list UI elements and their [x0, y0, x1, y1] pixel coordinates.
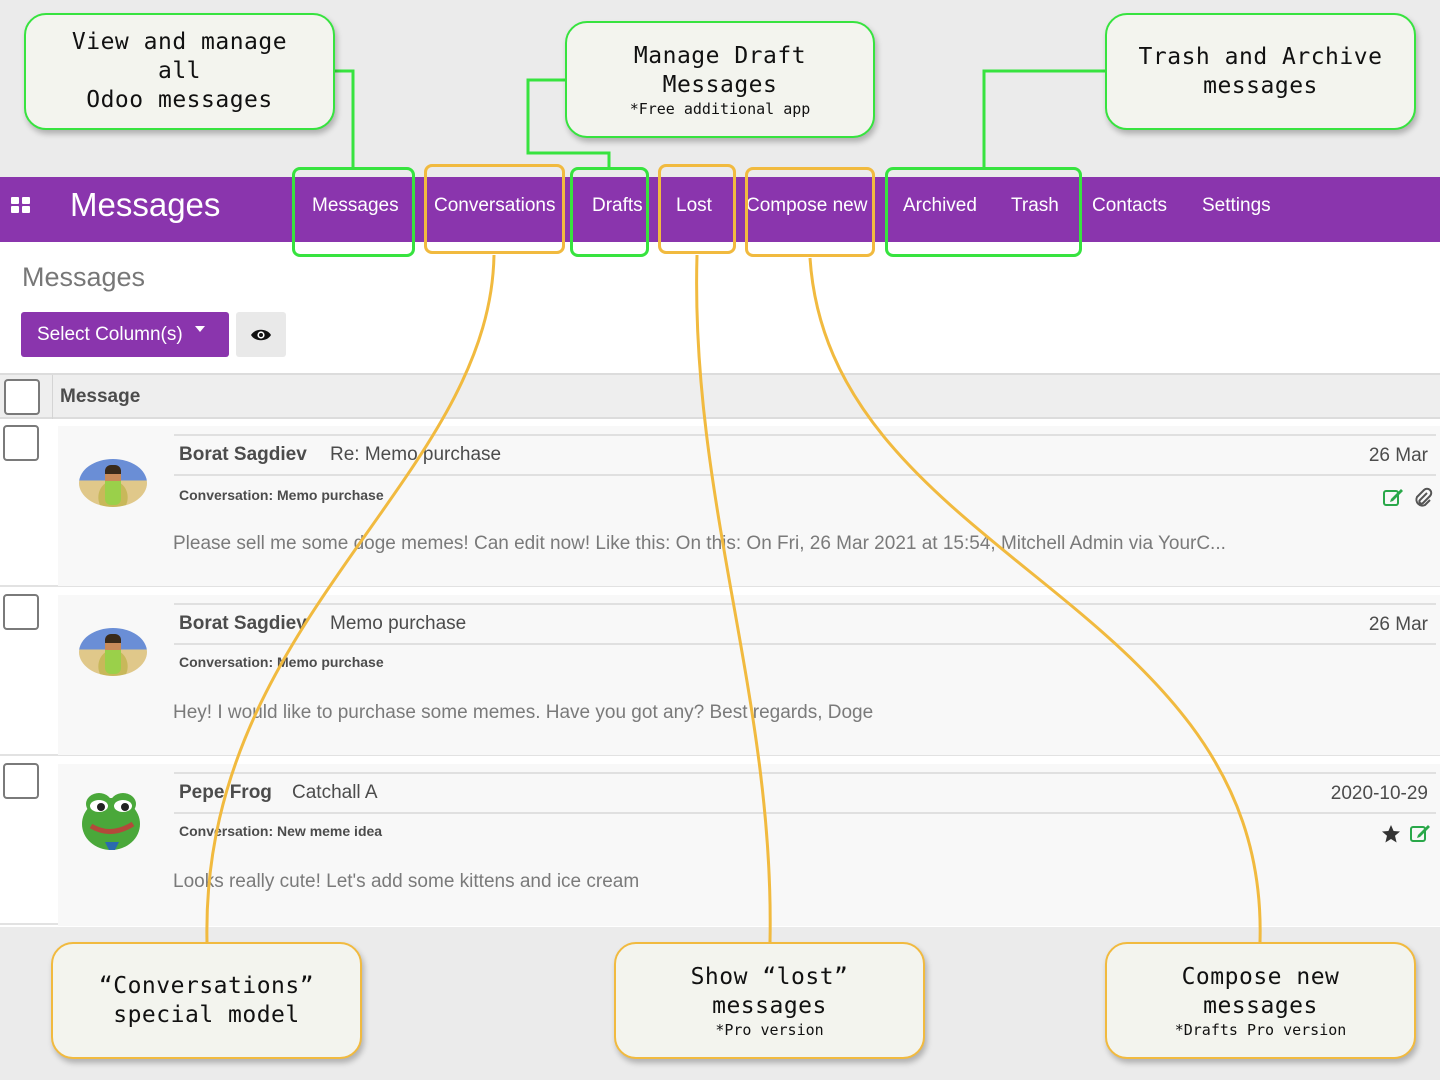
callout-compose-note: *Drafts Pro version: [1174, 1020, 1347, 1039]
callout-conversations: “Conversations” special model: [51, 942, 362, 1059]
highlight-drafts: [570, 167, 649, 257]
toggle-preview-button[interactable]: [236, 312, 286, 357]
avatar: [82, 793, 140, 850]
callout-lost-text: Show “lost” messages: [690, 963, 849, 1019]
highlight-conversations: [424, 164, 565, 254]
callout-trash-archive-text: Trash and Archive messages: [1138, 43, 1383, 99]
message-conversation[interactable]: Conversation: Memo purchase: [179, 487, 384, 503]
select-all-checkbox[interactable]: [4, 379, 40, 415]
message-date: 2020-10-29: [1330, 783, 1428, 804]
star-icon[interactable]: [1381, 824, 1401, 844]
column-header-message[interactable]: Message: [60, 386, 140, 408]
callout-drafts-note: *Free additional app: [629, 99, 811, 118]
callout-view-manage-text: View and manage all Odoo messages: [71, 29, 288, 113]
avatar: [79, 628, 147, 676]
message-author[interactable]: Pepe Frog: [179, 782, 272, 804]
message-author[interactable]: Borat Sagdiev: [179, 444, 307, 466]
message-conversation[interactable]: Conversation: Memo purchase: [179, 654, 384, 670]
message-subject[interactable]: Memo purchase: [330, 613, 466, 635]
select-columns-label: Select Column(s): [37, 323, 183, 345]
table-header: [0, 373, 1440, 419]
edit-icon[interactable]: [1383, 487, 1405, 507]
row-checkbox[interactable]: [3, 763, 39, 799]
message-preview[interactable]: Looks really cute! Let's add some kitten…: [173, 871, 639, 893]
highlight-archived-trash: [885, 167, 1082, 257]
page-title: Messages: [22, 262, 146, 292]
highlight-lost: [658, 164, 736, 254]
message-conversation[interactable]: Conversation: New meme idea: [179, 823, 382, 839]
highlight-compose-new: [745, 167, 875, 257]
eye-icon: [251, 329, 271, 340]
app-brand: Messages: [70, 186, 221, 223]
callout-conversations-text: “Conversations” special model: [98, 972, 315, 1028]
edit-icon[interactable]: [1410, 823, 1432, 843]
callout-trash-archive: Trash and Archive messages: [1105, 13, 1416, 130]
callout-lost-note: *Pro version: [715, 1020, 824, 1039]
callout-drafts-text: Manage Draft Messages: [633, 42, 807, 98]
header-divider: [52, 375, 53, 419]
message-author[interactable]: Borat Sagdiev: [179, 613, 307, 635]
avatar: [79, 459, 147, 507]
callout-compose-text: Compose new messages: [1181, 963, 1340, 1019]
message-preview[interactable]: Please sell me some doge memes! Can edit…: [173, 533, 1226, 555]
callout-view-manage: View and manage all Odoo messages: [24, 13, 335, 130]
caret-down-icon: [194, 325, 205, 332]
message-preview[interactable]: Hey! I would like to purchase some memes…: [173, 702, 873, 724]
message-subject[interactable]: Re: Memo purchase: [330, 444, 501, 466]
callout-drafts: Manage Draft Messages *Free additional a…: [565, 21, 875, 138]
select-columns-button[interactable]: Select Column(s): [21, 312, 229, 357]
message-date: 26 Mar: [1368, 614, 1428, 635]
paperclip-icon[interactable]: [1413, 487, 1433, 507]
apps-grid-icon[interactable]: [11, 197, 33, 215]
row-checkbox[interactable]: [3, 425, 39, 461]
nav-settings[interactable]: Settings: [1202, 195, 1271, 217]
callout-lost: Show “lost” messages *Pro version: [614, 942, 925, 1059]
row-checkbox[interactable]: [3, 594, 39, 630]
highlight-messages: [292, 167, 415, 257]
message-date: 26 Mar: [1368, 445, 1428, 466]
nav-contacts[interactable]: Contacts: [1092, 195, 1167, 217]
callout-compose: Compose new messages *Drafts Pro version: [1105, 942, 1416, 1059]
message-subject[interactable]: Catchall A: [292, 782, 378, 804]
